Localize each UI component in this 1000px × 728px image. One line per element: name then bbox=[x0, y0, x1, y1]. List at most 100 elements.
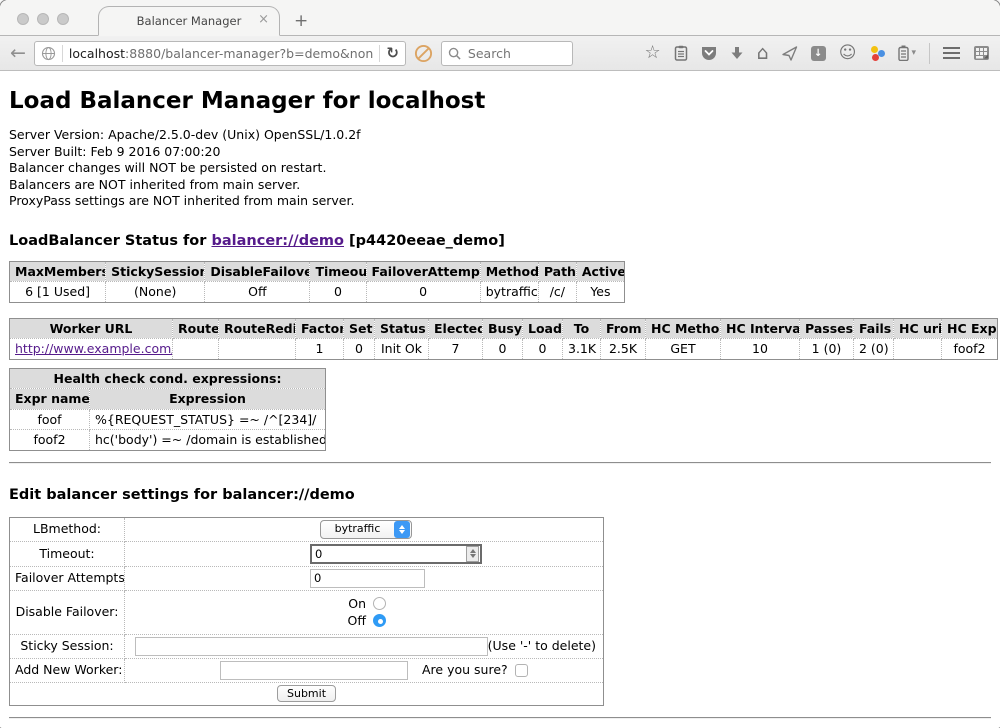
divider bbox=[62, 45, 63, 62]
balancer-status-table: MaxMembers StickySession DisableFailover… bbox=[9, 261, 625, 303]
timeout-input[interactable] bbox=[312, 547, 466, 561]
sticky-session-input[interactable] bbox=[135, 637, 488, 656]
edit-settings-heading: Edit balancer settings for balancer://de… bbox=[9, 487, 991, 503]
url-bar[interactable]: localhost:8880/balancer-manager?b=demo&n… bbox=[34, 41, 406, 66]
select-stepper-icon bbox=[394, 521, 410, 538]
search-icon bbox=[448, 47, 461, 60]
health-check-table: Health check cond. expressions: Expr nam… bbox=[9, 368, 326, 451]
table-header-row: Expr name Expression bbox=[10, 389, 326, 410]
table-row: foof2 hc('body') =~ /domain is establish… bbox=[10, 430, 326, 451]
toolbar-icons: ☆ ⌂ ↓ ☺ ▾ bbox=[589, 43, 990, 64]
sticky-session-label: Sticky Session: bbox=[10, 634, 125, 658]
battery-icon[interactable]: ▾ bbox=[898, 45, 916, 61]
table-row: foof %{REQUEST_STATUS} =~ /^[234]/ bbox=[10, 409, 326, 430]
radio-on[interactable] bbox=[373, 597, 386, 610]
tab-title: Balancer Manager bbox=[137, 14, 242, 28]
disable-failover-label: Disable Failover: bbox=[10, 590, 125, 634]
col-stickysession: StickySession bbox=[106, 261, 205, 282]
containers-icon[interactable] bbox=[869, 46, 885, 61]
form-row-lbmethod: LBmethod: bytraffic bbox=[10, 517, 604, 541]
globe-icon bbox=[41, 46, 56, 61]
new-tab-button[interactable]: + bbox=[294, 11, 308, 31]
clipboard-icon[interactable] bbox=[674, 45, 688, 61]
form-row-sticky: Sticky Session: (Use '-' to delete) bbox=[10, 634, 604, 658]
col-failoverattempts: FailoverAttempts bbox=[366, 261, 480, 282]
close-window-button[interactable] bbox=[17, 13, 29, 25]
radio-option-on: On bbox=[342, 596, 386, 612]
balancer-demo-link[interactable]: balancer://demo bbox=[211, 233, 344, 249]
col-expr-name: Expr name bbox=[10, 389, 90, 410]
table-header-row: MaxMembers StickySession DisableFailover… bbox=[10, 261, 625, 282]
lbmethod-select[interactable]: bytraffic bbox=[320, 520, 412, 539]
send-icon[interactable] bbox=[782, 46, 798, 61]
bookmark-star-icon[interactable]: ☆ bbox=[645, 45, 661, 61]
url-text[interactable]: localhost:8880/balancer-manager?b=demo&n… bbox=[69, 46, 373, 61]
table-row: 6 [1 Used] (None) Off 0 0 bytraffic /c/ … bbox=[10, 282, 625, 303]
plugin-blocked-icon[interactable] bbox=[414, 44, 433, 63]
add-worker-input[interactable] bbox=[220, 661, 408, 680]
home-icon[interactable]: ⌂ bbox=[757, 45, 769, 61]
col-expression: Expression bbox=[90, 389, 326, 410]
download-icon[interactable] bbox=[730, 46, 744, 61]
divider bbox=[929, 43, 930, 64]
col-disablefailover: DisableFailover bbox=[205, 261, 310, 282]
url-path: :8880/balancer-manager?b=demo&nonce=decc… bbox=[125, 46, 373, 61]
radio-off[interactable] bbox=[373, 614, 386, 627]
sticky-session-hint: (Use '-' to delete) bbox=[488, 638, 596, 654]
radio-option-off: Off bbox=[342, 613, 386, 629]
video-download-icon[interactable]: ↓ bbox=[811, 46, 826, 61]
add-worker-label: Add New Worker: bbox=[10, 658, 125, 682]
table-title-row: Health check cond. expressions: bbox=[10, 368, 326, 389]
status-heading: LoadBalancer Status for balancer://demo … bbox=[9, 233, 991, 249]
window-controls bbox=[17, 13, 69, 25]
col-method: Method bbox=[480, 261, 538, 282]
grid-icon[interactable] bbox=[973, 45, 990, 61]
page-title: Load Balancer Manager for localhost bbox=[9, 88, 991, 114]
inherit-notice-line: Balancers are NOT inherited from main se… bbox=[9, 177, 991, 194]
back-button[interactable]: ← bbox=[10, 44, 26, 63]
col-active: Active bbox=[576, 261, 624, 282]
divider bbox=[9, 717, 991, 719]
pocket-icon[interactable] bbox=[701, 46, 717, 61]
submit-button[interactable]: Submit bbox=[277, 685, 336, 702]
search-input[interactable] bbox=[466, 45, 556, 62]
smiley-icon[interactable]: ☺ bbox=[839, 45, 857, 61]
worker-table: Worker URL Route RouteRedir Factor Set S… bbox=[9, 318, 998, 360]
health-table-title: Health check cond. expressions: bbox=[10, 368, 326, 389]
are-you-sure-checkbox[interactable] bbox=[515, 664, 528, 677]
form-row-failover: Failover Attempts: bbox=[10, 566, 604, 590]
search-bar[interactable] bbox=[441, 41, 573, 66]
table-row: http://www.example.com/ 1 0 Init Ok 7 0 … bbox=[10, 339, 998, 360]
server-info: Server Version: Apache/2.5.0-dev (Unix) … bbox=[9, 127, 991, 210]
reload-icon[interactable]: ↻ bbox=[386, 44, 399, 62]
col-maxmembers: MaxMembers bbox=[10, 261, 106, 282]
lbmethod-selected-value: bytraffic bbox=[321, 521, 394, 537]
divider bbox=[379, 45, 380, 62]
menu-icon[interactable] bbox=[943, 47, 960, 59]
tab-balancer-manager[interactable]: Balancer Manager × bbox=[98, 6, 280, 36]
page-content: Load Balancer Manager for localhost Serv… bbox=[0, 71, 1000, 727]
worker-url-link[interactable]: http://www.example.com/ bbox=[15, 341, 173, 356]
radio-off-label: Off bbox=[342, 613, 366, 629]
zoom-window-button[interactable] bbox=[57, 13, 69, 25]
proxypass-notice-line: ProxyPass settings are NOT inherited fro… bbox=[9, 193, 991, 210]
persist-notice-line: Balancer changes will NOT be persisted o… bbox=[9, 160, 991, 177]
chevron-down-icon[interactable]: ▾ bbox=[911, 45, 916, 61]
number-spinner-icon[interactable] bbox=[466, 546, 479, 562]
divider bbox=[9, 462, 991, 464]
failover-label: Failover Attempts: bbox=[10, 566, 125, 590]
form-row-add-worker: Add New Worker: Are you sure? bbox=[10, 658, 604, 682]
radio-on-label: On bbox=[342, 596, 366, 612]
server-version-line: Server Version: Apache/2.5.0-dev (Unix) … bbox=[9, 127, 991, 144]
edit-balancer-form: LBmethod: bytraffic Timeout: bbox=[9, 517, 604, 706]
navigation-toolbar: ← localhost:8880/balancer-manager?b=demo… bbox=[0, 36, 1000, 71]
failover-attempts-input[interactable] bbox=[310, 569, 425, 588]
url-domain: localhost bbox=[69, 46, 125, 61]
minimize-window-button[interactable] bbox=[37, 13, 49, 25]
col-worker-url: Worker URL bbox=[10, 318, 173, 339]
are-you-sure-label: Are you sure? bbox=[422, 662, 508, 678]
table-header-row: Worker URL Route RouteRedir Factor Set S… bbox=[10, 318, 998, 339]
tab-bar: Balancer Manager × + bbox=[0, 0, 1000, 36]
server-built-line: Server Built: Feb 9 2016 07:00:20 bbox=[9, 144, 991, 161]
tab-close-icon[interactable]: × bbox=[258, 13, 269, 26]
